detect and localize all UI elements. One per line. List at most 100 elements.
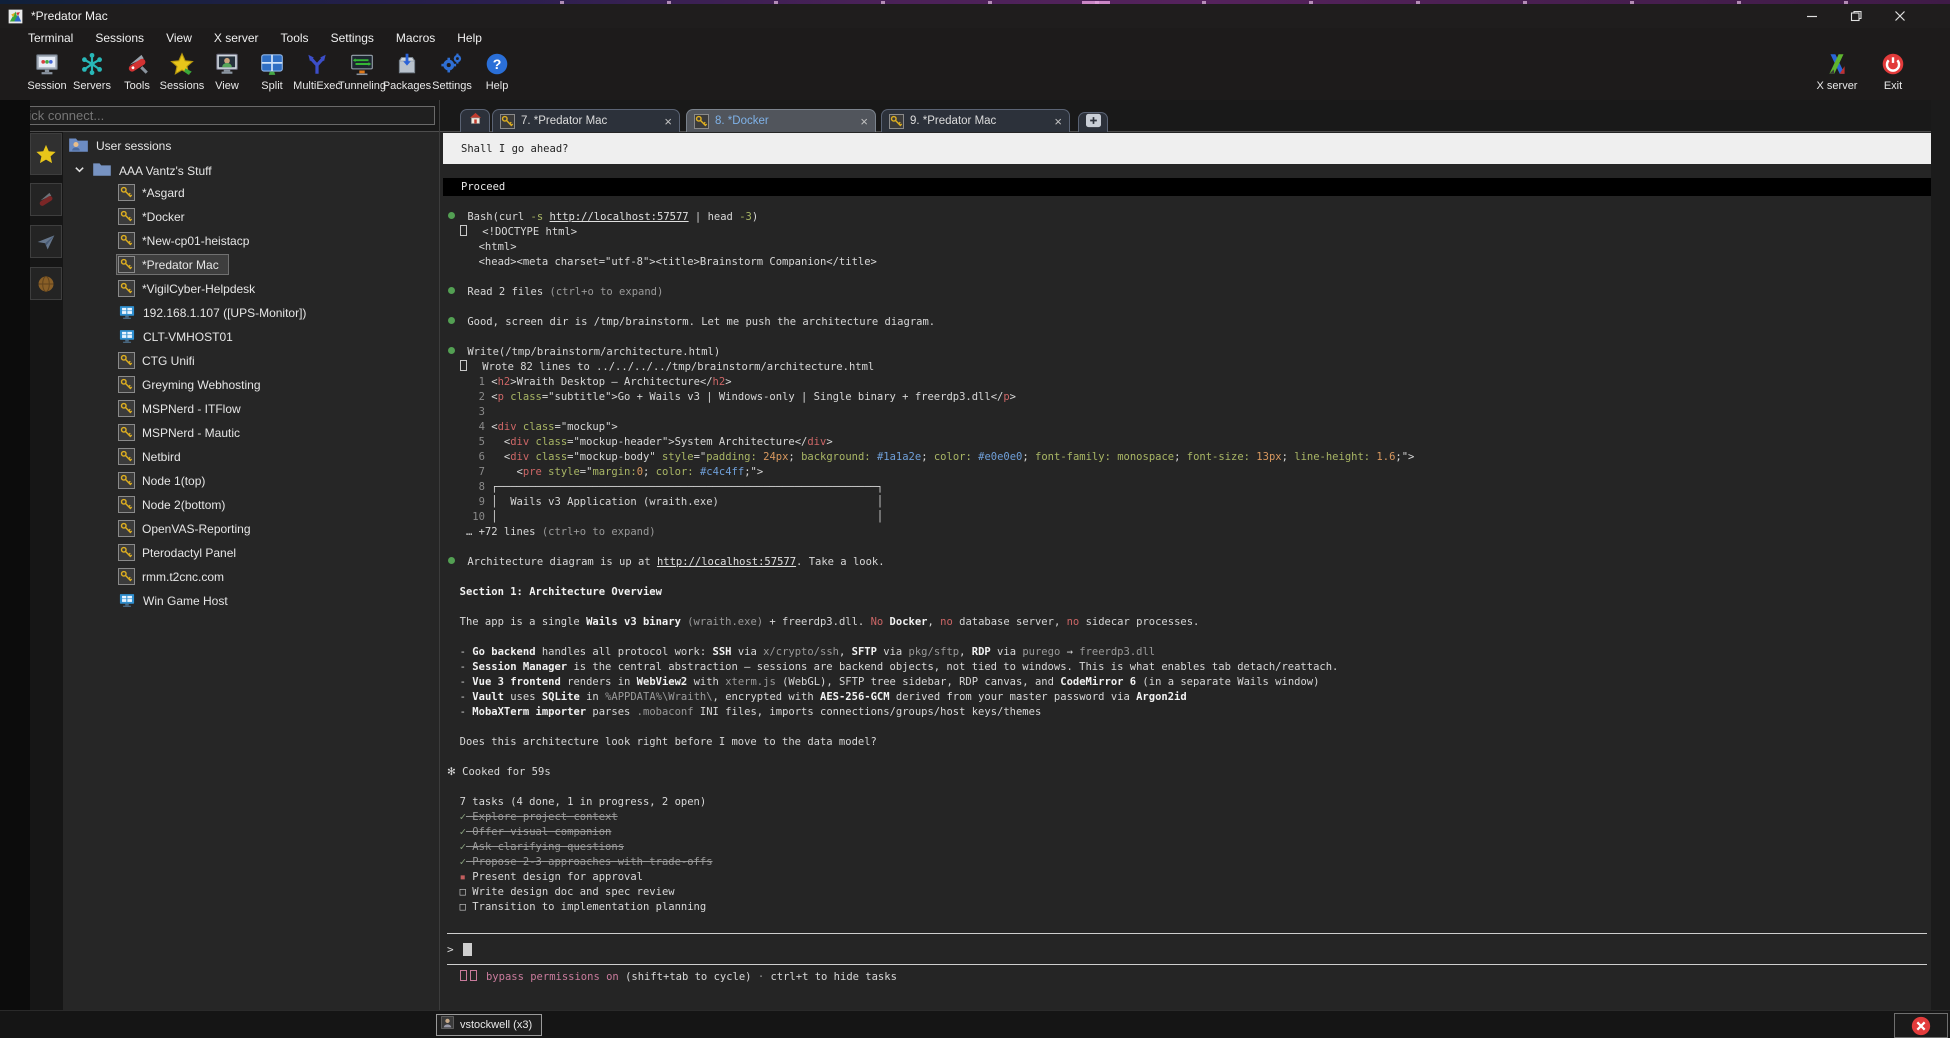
tree-item-ctg-unifi[interactable]: CTG Unifi: [118, 352, 195, 369]
tab-close-icon[interactable]: ×: [664, 115, 672, 128]
toolbar-label: Help: [486, 80, 509, 92]
tree-root-user-sessions[interactable]: User sessions: [68, 136, 171, 156]
tab-home[interactable]: [460, 109, 490, 132]
terminal-line: [447, 570, 1931, 585]
tree-label: Netbird: [142, 450, 181, 464]
tree-label: User sessions: [96, 139, 171, 153]
toolbar-button-packages[interactable]: Packages: [382, 50, 432, 92]
terminal-line: ✻ Cooked for 59s: [447, 765, 1931, 780]
tab-7-predator-mac[interactable]: 7. *Predator Mac×: [492, 109, 680, 132]
tree-item-node-1-top-[interactable]: Node 1(top): [118, 472, 205, 489]
output-bullet-icon: [448, 317, 455, 324]
rail-globe-icon[interactable]: [30, 267, 62, 300]
tab-9-predator-mac[interactable]: 9. *Predator Mac×: [881, 109, 1070, 132]
tab-8-docker[interactable]: 8. *Docker×: [686, 109, 876, 132]
toolbar-button-sessions[interactable]: Sessions: [157, 50, 207, 92]
prompt-char: >: [447, 943, 454, 956]
tree-item-pterodactyl-panel[interactable]: Pterodactyl Panel: [118, 544, 236, 561]
terminal-line: 2 <p class="subtitle">Go + Wails v3 | Wi…: [447, 390, 1931, 405]
key-icon: [500, 114, 515, 129]
toolbar-button-multiexec[interactable]: MultiExec: [292, 50, 342, 92]
bottom-session-tab[interactable]: vstockwell (x3): [436, 1014, 542, 1036]
tree-label: *Predator Mac: [142, 258, 219, 272]
tree-item-greyming-webhosting[interactable]: Greyming Webhosting: [118, 376, 261, 393]
tree-item-192-168-1-107-ups-monitor-[interactable]: 192.168.1.107 ([UPS-Monitor]): [118, 304, 306, 321]
svg-text:?: ?: [493, 56, 502, 72]
tree-item--docker[interactable]: *Docker: [118, 208, 185, 225]
tree-item-win-game-host[interactable]: Win Game Host: [118, 592, 228, 609]
tree-label: 192.168.1.107 ([UPS-Monitor]): [143, 306, 306, 320]
mobaxterm-window: *Predator Mac TerminalSessionsViewX serv…: [0, 0, 1950, 1038]
tree-item-clt-vmhost01[interactable]: CLT-VMHOST01: [118, 328, 233, 345]
menu-item-settings[interactable]: Settings: [331, 31, 374, 45]
tab-close-icon[interactable]: ×: [860, 115, 868, 128]
tree-item--predator-mac[interactable]: *Predator Mac: [116, 254, 229, 275]
toolbar-button-settings[interactable]: Settings: [427, 50, 477, 92]
terminal-line: Section 1: Architecture Overview: [447, 585, 1931, 600]
chevron-down-icon[interactable]: [74, 164, 85, 178]
proceed-option[interactable]: Proceed: [443, 178, 1931, 196]
terminal-line: - MobaXTerm importer parses .mobaconf IN…: [447, 705, 1931, 720]
tree-label: Node 2(bottom): [142, 498, 225, 512]
tab-new-button[interactable]: [1078, 112, 1108, 132]
toolbar-button-session[interactable]: Session: [22, 50, 72, 92]
toolbar-button-x-server[interactable]: X server: [1812, 50, 1862, 92]
toolbar-button-servers[interactable]: Servers: [67, 50, 117, 92]
toolbar-button-tunneling[interactable]: Tunneling: [337, 50, 387, 92]
terminate-button[interactable]: [1894, 1013, 1948, 1038]
terminal-line: [447, 270, 1931, 285]
toolbar-button-view[interactable]: View: [202, 50, 252, 92]
toolbar-button-split[interactable]: Split: [247, 50, 297, 92]
menu-item-terminal[interactable]: Terminal: [28, 31, 73, 45]
minimize-button[interactable]: [1790, 4, 1834, 28]
menu-item-help[interactable]: Help: [457, 31, 482, 45]
missing-glyph-box: ⎿: [460, 360, 467, 371]
scrollbar-gutter[interactable]: [1931, 100, 1950, 1010]
terminal-line: ⎿ Wrote 82 lines to ../../../../tmp/brai…: [447, 360, 1931, 375]
terminal-line: □ Write design doc and spec review: [447, 885, 1931, 900]
terminal-area[interactable]: Shall I go ahead? Proceed Bash(curl -s h…: [440, 132, 1931, 1010]
tree-item--new-cp01-heistacp[interactable]: *New-cp01-heistacp: [118, 232, 249, 249]
rail-plane-icon[interactable]: [30, 225, 62, 258]
terminal-line: ✓ Offer visual companion: [447, 825, 1931, 840]
tree-item-mspnerd-itflow[interactable]: MSPNerd - ITFlow: [118, 400, 241, 417]
terminal-line: ✓ Ask clarifying questions: [447, 840, 1931, 855]
terminal-line: ✓ Explore project context: [447, 810, 1931, 825]
terminal-line: <html>: [447, 240, 1931, 255]
terminal-line: [447, 600, 1931, 615]
menu-item-sessions[interactable]: Sessions: [95, 31, 144, 45]
exit-icon: [1880, 50, 1906, 77]
tree-label: *Docker: [142, 210, 185, 224]
menu-item-tools[interactable]: Tools: [281, 31, 309, 45]
tab-close-icon[interactable]: ×: [1054, 115, 1062, 128]
tree-item-rmm-t2cnc-com[interactable]: rmm.t2cnc.com: [118, 568, 224, 585]
tree-group-folder[interactable]: AAA Vantz's Stuff: [74, 161, 212, 180]
restore-button[interactable]: [1834, 4, 1878, 28]
menu-item-macros[interactable]: Macros: [396, 31, 435, 45]
toolbar-label: Split: [261, 80, 282, 92]
tree-item-mspnerd-mautic[interactable]: MSPNerd - Mautic: [118, 424, 240, 441]
close-button[interactable]: [1878, 4, 1922, 28]
tree-item--asgard[interactable]: *Asgard: [118, 184, 185, 201]
toolbar-button-exit[interactable]: Exit: [1868, 50, 1918, 92]
quick-connect-input[interactable]: [2, 106, 435, 125]
tree-item-netbird[interactable]: Netbird: [118, 448, 181, 465]
key-icon: [889, 114, 904, 129]
text-cursor: [463, 943, 472, 956]
tree-item-node-2-bottom-[interactable]: Node 2(bottom): [118, 496, 225, 513]
tree-label: Greyming Webhosting: [142, 378, 261, 392]
menu-item-view[interactable]: View: [166, 31, 192, 45]
toolbar: SessionServersToolsSessionsView Split Mult…: [0, 48, 1950, 100]
tree-label: CTG Unifi: [142, 354, 195, 368]
prompt-input-box[interactable]: >: [447, 933, 1927, 965]
tree-item-openvas-reporting[interactable]: OpenVAS-Reporting: [118, 520, 251, 537]
terminal-line: ⎿ <!DOCTYPE html>: [447, 225, 1931, 240]
menu-item-x-server[interactable]: X server: [214, 31, 259, 45]
tree-item--vigilcyber-helpdesk[interactable]: *VigilCyber-Helpdesk: [118, 280, 255, 297]
rail-knife-icon[interactable]: [30, 183, 62, 216]
terminal-line: - Session Manager is the central abstrac…: [447, 660, 1931, 675]
missing-glyph-box: ⏵: [460, 970, 467, 981]
toolbar-button-help[interactable]: ? Help: [472, 50, 522, 92]
toolbar-button-tools[interactable]: Tools: [112, 50, 162, 92]
rail-star-icon[interactable]: [30, 133, 62, 175]
